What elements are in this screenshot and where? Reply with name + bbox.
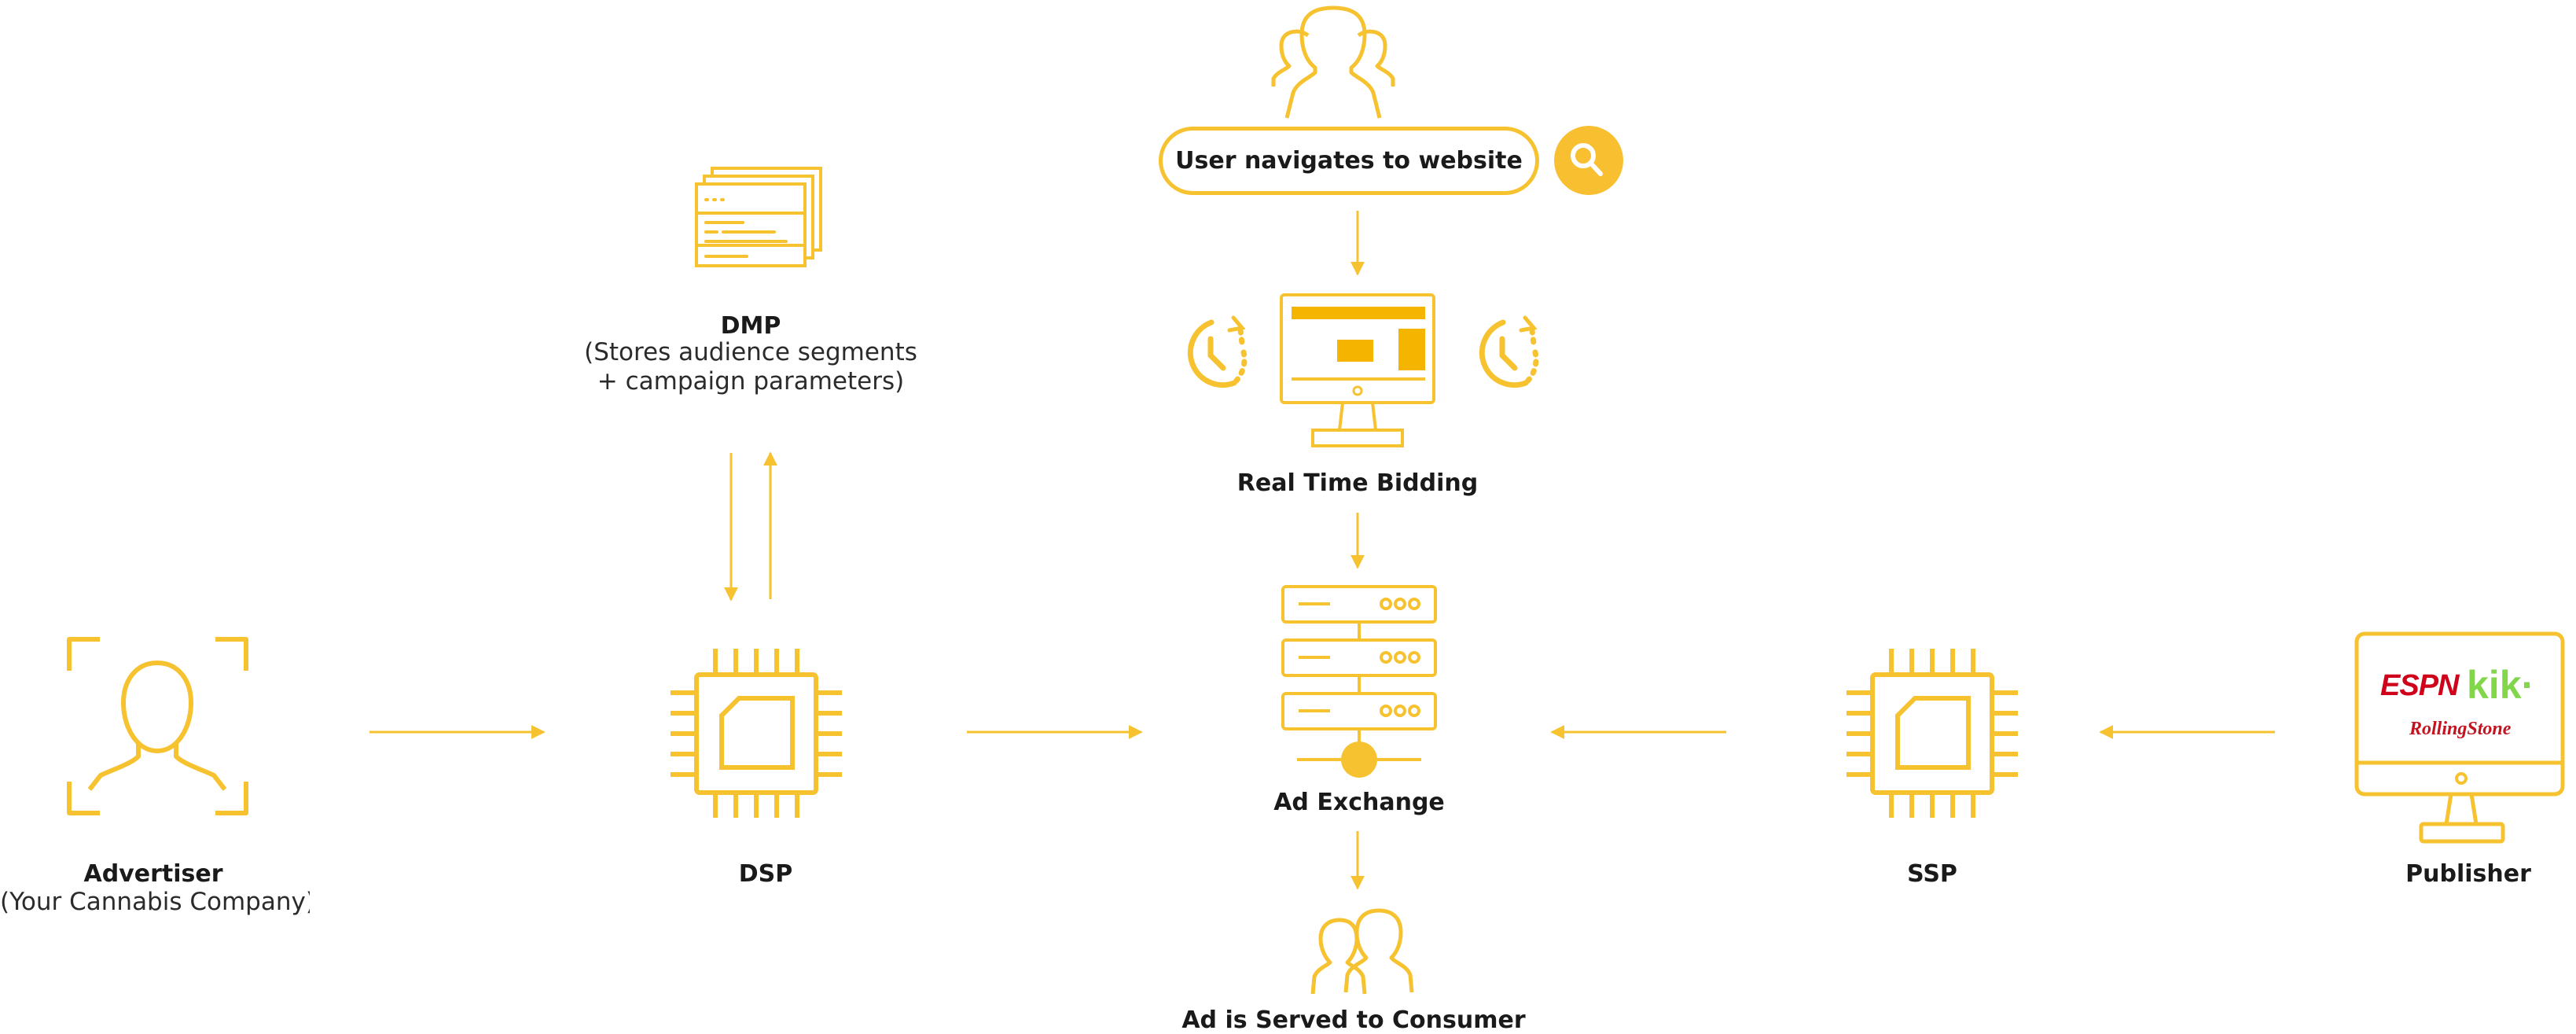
clock-icon (1187, 315, 1248, 388)
users-pair-icon (1310, 908, 1414, 995)
dsp-title: DSP (738, 860, 793, 888)
kik-logo: kik· (2467, 663, 2534, 707)
monitor-icon (1280, 293, 1435, 447)
rtb-title: Real Time Bidding (1237, 469, 1479, 497)
espn-logo: ESPN (2380, 669, 2460, 702)
ad-exchange-title: Ad Exchange (1273, 789, 1445, 816)
monitor-logos-icon: ESPN kik· RollingStone (2354, 631, 2565, 844)
dmp-description-line1: (Stores audience segments (584, 338, 917, 366)
exchange-hub-dot (1341, 741, 1377, 778)
documents-stack-icon (695, 167, 822, 267)
dmp-title: DMP (720, 312, 781, 340)
dmp-description-line2: + campaign parameters) (597, 367, 905, 396)
chip-icon (1847, 649, 2018, 818)
advertiser-title: Advertiser (83, 860, 223, 888)
search-icon (1571, 143, 1603, 176)
face-scan-icon (67, 637, 248, 815)
ssp-title: SSP (1907, 860, 1957, 888)
server-stack-icon (1281, 585, 1437, 761)
advertiser-subtitle: (Your Cannabis Company) (0, 888, 310, 916)
search-bar[interactable]: User navigates to website (1159, 127, 1539, 195)
users-group-icon (1271, 6, 1395, 119)
consumer-title: Ad is Served to Consumer (1181, 1006, 1526, 1034)
chip-icon (671, 649, 842, 818)
rollingstone-logo: RollingStone (2409, 719, 2512, 739)
clock-icon (1479, 315, 1539, 388)
search-bar-label: User navigates to website (1175, 147, 1523, 175)
publisher-title: Publisher (2405, 860, 2531, 888)
